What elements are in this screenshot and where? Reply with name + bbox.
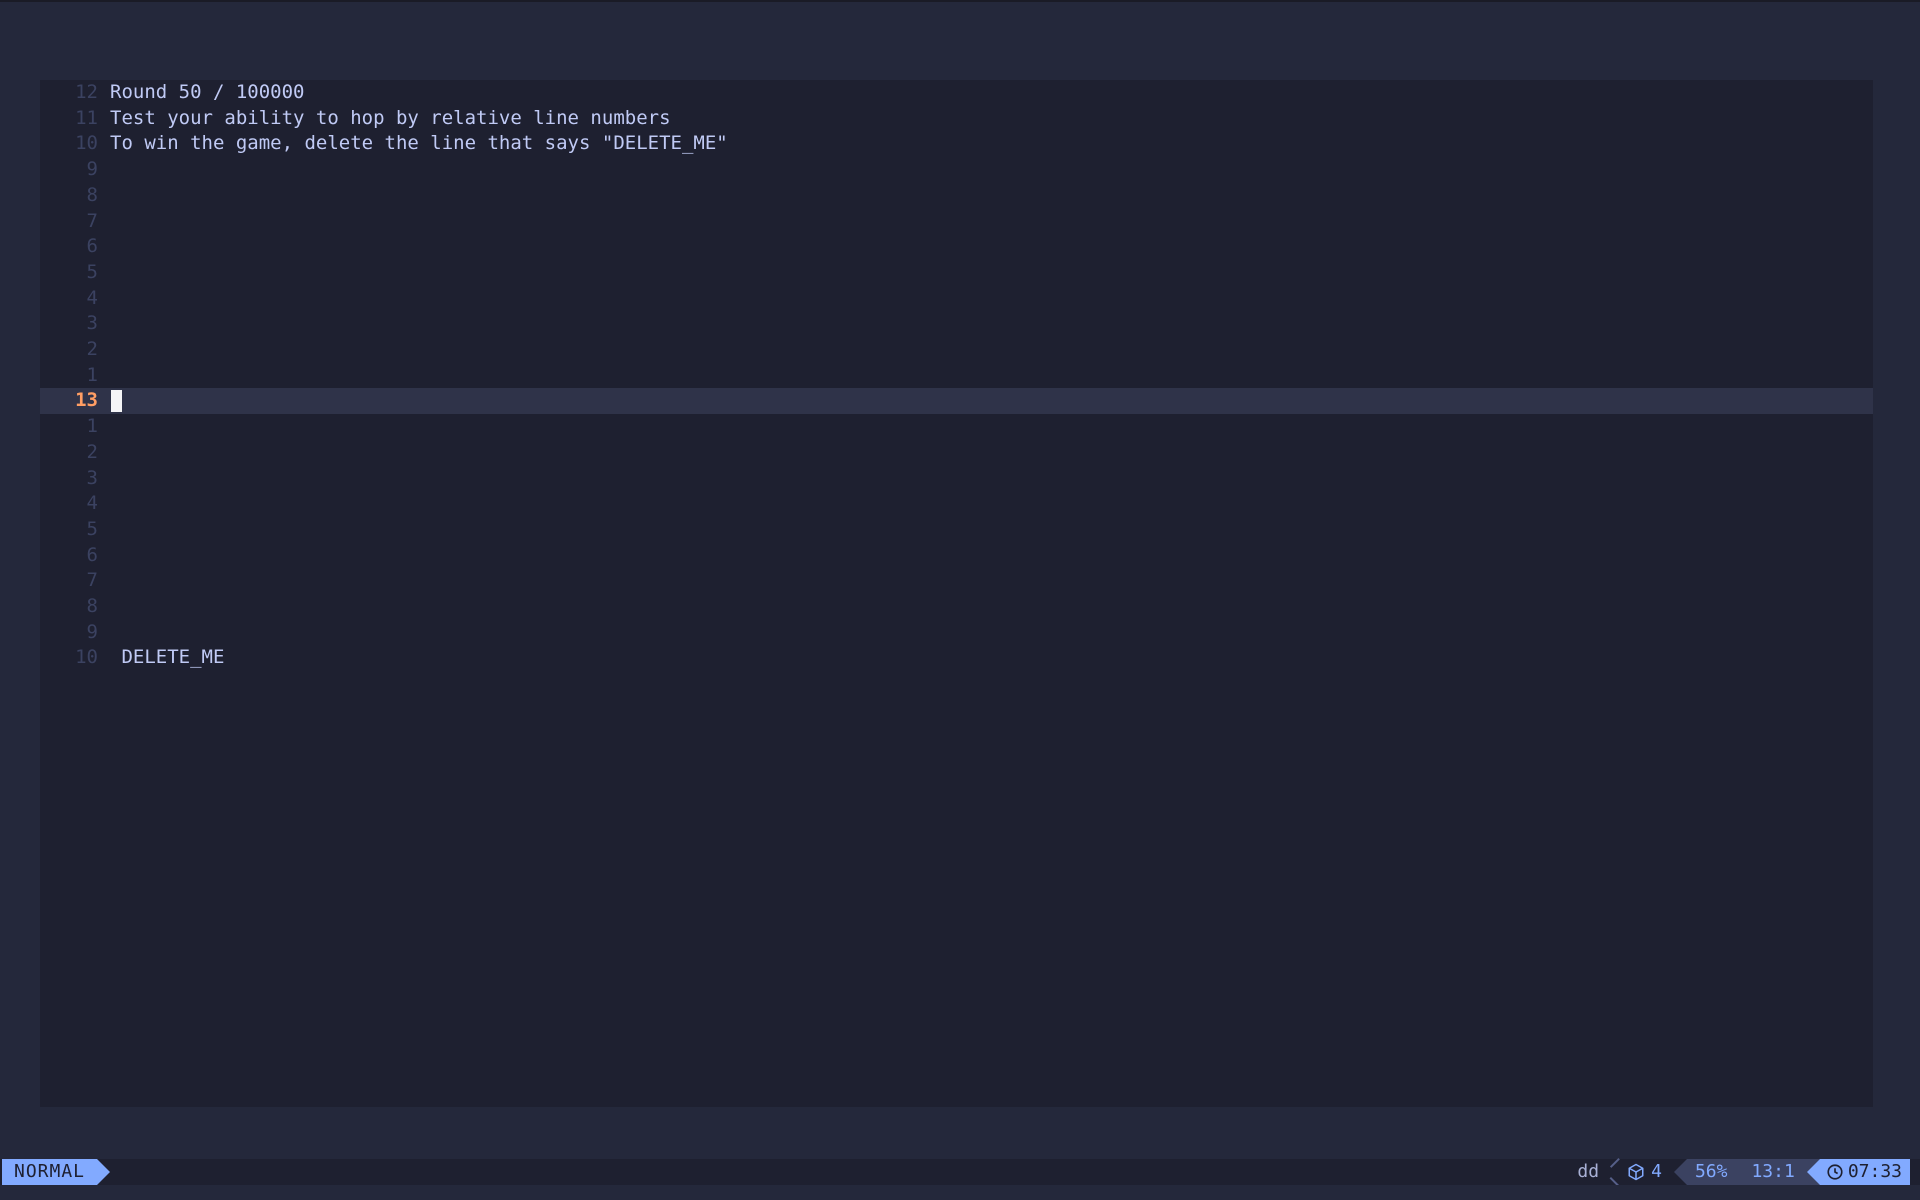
- segment-separator-arrow: [1673, 1159, 1687, 1185]
- line-number: 8: [86, 595, 98, 617]
- line-number: 2: [86, 338, 98, 360]
- buffer-line[interactable]: 7: [40, 568, 1873, 594]
- buffer-line[interactable]: 3: [40, 466, 1873, 492]
- buffer-line[interactable]: 5: [40, 517, 1873, 543]
- buffer-line[interactable]: 10 DELETE_ME: [40, 645, 1873, 671]
- line-text: Test your ability to hop by relative lin…: [110, 106, 671, 129]
- buffer-line[interactable]: 4: [40, 491, 1873, 517]
- line-number: 6: [86, 235, 98, 258]
- segment-separator-arrow: [1806, 1159, 1820, 1185]
- line-number: 2: [86, 440, 98, 463]
- line-number: 1: [86, 415, 98, 438]
- buffer-line[interactable]: 11 Test your ability to hop by relative l…: [40, 106, 1873, 132]
- buffer-line[interactable]: 1: [40, 363, 1873, 389]
- buffer-line[interactable]: 5: [40, 260, 1873, 286]
- buffer-line[interactable]: 8: [40, 594, 1873, 620]
- line-number: 12: [75, 81, 98, 103]
- command-line[interactable]: [0, 1185, 1920, 1200]
- line-number: 8: [86, 183, 98, 206]
- lsp-count: 4: [1651, 1161, 1662, 1182]
- line-number: 4: [86, 492, 98, 515]
- buffer-line[interactable]: 8: [40, 183, 1873, 209]
- location-segment: 56% 13:1: [1686, 1159, 1807, 1185]
- line-text: Round 50 / 100000: [110, 81, 305, 103]
- line-text: DELETE_ME: [110, 646, 225, 669]
- mode-separator-arrow: [97, 1159, 110, 1185]
- buffer-line[interactable]: 2: [40, 337, 1873, 363]
- buffer-line[interactable]: 1: [40, 414, 1873, 440]
- line-number: 10: [75, 132, 98, 155]
- buffer-line[interactable]: 12 Round 50 / 100000: [40, 80, 1873, 106]
- line-number: 5: [86, 260, 98, 283]
- buffer-line[interactable]: 9: [40, 620, 1873, 646]
- block-cursor: [111, 390, 122, 413]
- buffer-line[interactable]: 9: [40, 157, 1873, 183]
- editor-buffer[interactable]: 12 Round 50 / 100000 11 Test your ability t…: [40, 80, 1873, 1107]
- line-text: To win the game, delete the line that sa…: [110, 132, 728, 155]
- line-number: 1: [86, 363, 98, 386]
- chevron-left-icon: [1609, 1159, 1619, 1185]
- line-number: 7: [86, 209, 98, 232]
- line-number: 4: [86, 286, 98, 309]
- pending-command: dd: [1577, 1161, 1600, 1182]
- line-number: 3: [86, 312, 98, 335]
- mode-indicator: NORMAL: [2, 1159, 98, 1185]
- line-number: 11: [75, 106, 98, 129]
- window-top-border: [0, 0, 1920, 2]
- lsp-clients[interactable]: 4: [1627, 1159, 1674, 1185]
- line-number: 6: [86, 543, 98, 566]
- statusline-right: dd 4 56% 13:1 07:33: [1577, 1159, 1910, 1185]
- clock-time: 07:33: [1847, 1161, 1902, 1182]
- buffer-line[interactable]: 10 To win the game, delete the line that …: [40, 131, 1873, 157]
- line-number: 9: [86, 158, 98, 181]
- buffer-line[interactable]: 6: [40, 234, 1873, 260]
- buffer-line[interactable]: 2: [40, 440, 1873, 466]
- statusline: NORMAL dd 4 56% 13:1 07:33: [0, 1159, 1920, 1185]
- buffer-line[interactable]: 4: [40, 286, 1873, 312]
- line-number: 3: [86, 466, 98, 489]
- buffer-line[interactable]: 6: [40, 543, 1873, 569]
- line-number: 7: [86, 569, 98, 592]
- line-number: 5: [86, 517, 98, 540]
- line-number: 10: [75, 646, 98, 669]
- current-line[interactable]: 13: [40, 388, 1873, 415]
- clock-icon: [1827, 1164, 1843, 1180]
- scroll-progress: 56%: [1694, 1161, 1728, 1182]
- buffer-line[interactable]: 7: [40, 209, 1873, 235]
- clock-segment: 07:33: [1819, 1159, 1910, 1185]
- line-number: 13: [75, 389, 98, 412]
- buffer-line[interactable]: 3: [40, 311, 1873, 337]
- package-icon: [1628, 1163, 1644, 1181]
- line-number: 9: [86, 620, 98, 643]
- cursor-position: 13:1: [1751, 1161, 1795, 1182]
